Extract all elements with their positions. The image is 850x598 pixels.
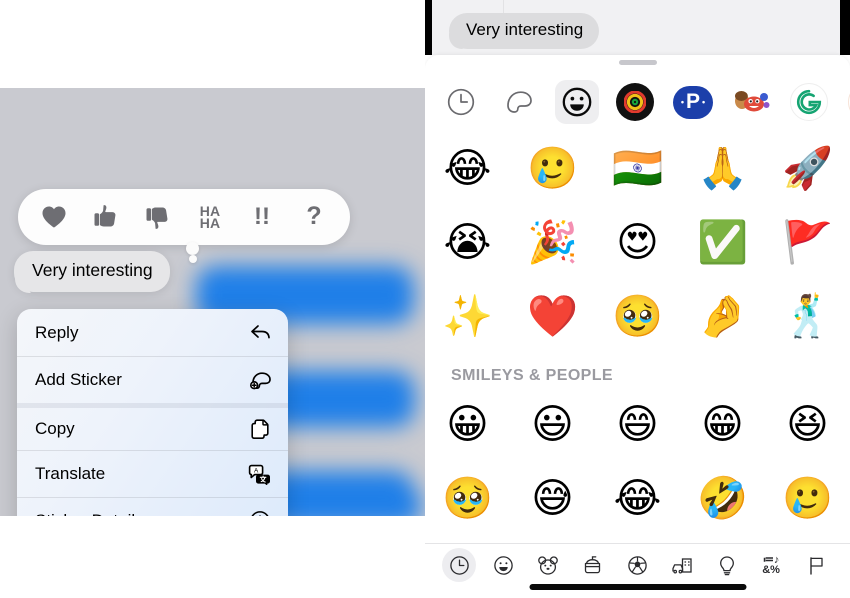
svg-text:A: A	[254, 467, 259, 474]
category-tab-activity[interactable]	[620, 548, 654, 582]
emoji-cell[interactable]: 🤌	[680, 279, 765, 353]
emoji-cell[interactable]: 🥹	[595, 279, 680, 353]
menu-item-translate[interactable]: Translate A	[17, 450, 288, 497]
message-context-menu: Reply Add Sticker Copy Translate A	[17, 309, 288, 516]
reaction-heart-button[interactable]	[33, 196, 75, 238]
menu-item-copy[interactable]: Copy	[17, 403, 288, 450]
emoji-cell[interactable]: 🥲	[510, 131, 595, 205]
menu-item-reply[interactable]: Reply	[17, 309, 288, 356]
divider-line	[503, 0, 504, 13]
symbols-glyph: ≔♪ &%	[762, 553, 780, 576]
emoji-cell[interactable]: 🚩	[765, 205, 850, 279]
chat-transcript-strip: Very interesting	[425, 0, 850, 55]
bubble-tail-dot-small	[189, 255, 197, 263]
emoji-cell[interactable]: 😃	[510, 387, 595, 461]
category-tab-symbols[interactable]: ≔♪ &%	[754, 548, 788, 582]
app-recents-clock-icon[interactable]	[439, 80, 483, 124]
menu-item-label: Translate	[35, 464, 106, 483]
menu-item-label: Copy	[35, 419, 75, 438]
emoji-cell[interactable]: ❤️	[510, 279, 595, 353]
emoji-cell[interactable]: 🚀	[765, 131, 850, 205]
selected-message-bubble[interactable]: Very interesting	[14, 251, 170, 292]
menu-item-label: Add Sticker	[35, 370, 122, 389]
emoji-cell[interactable]: 😂	[595, 461, 680, 535]
imessage-app-strip[interactable]: • P •	[425, 73, 850, 131]
emoji-cell[interactable]: 🥹	[425, 461, 510, 535]
app-memoji-sticker-icon[interactable]	[729, 80, 773, 124]
emoji-scroll-area[interactable]: 😂 🥲 🇮🇳 🙏 🚀 😭 🎉 😍 ✅ 🚩 ✨ ❤️ 🥹 🤌 🕺 SMILEYS …	[425, 131, 850, 543]
left-top-whitespace	[0, 0, 425, 88]
reply-arrow-icon	[248, 321, 272, 345]
emoji-cell[interactable]: 🎉	[510, 205, 595, 279]
emoji-row: 🥹 😅 😂 🤣 🥲	[425, 461, 850, 535]
reaction-haha-button[interactable]: HA HA	[189, 196, 231, 238]
reaction-thumbs-up-button[interactable]	[85, 196, 127, 238]
tapback-reaction-bar[interactable]: HA HA !! ?	[18, 189, 350, 245]
category-tab-travel[interactable]	[665, 548, 699, 582]
reaction-question-button[interactable]: ?	[293, 196, 335, 238]
app-sticker-peel-icon[interactable]	[497, 80, 541, 124]
emoji-cell[interactable]: ✅	[680, 205, 765, 279]
emoji-cell[interactable]: 😁	[680, 387, 765, 461]
screenshot-stage: HA HA !! ? Very interesting Reply Add Sti…	[0, 0, 850, 598]
category-tab-food[interactable]	[576, 548, 610, 582]
emoji-row: ✨ ❤️ 🥹 🤌 🕺	[425, 279, 850, 353]
emoji-cell[interactable]: 🕺	[765, 279, 850, 353]
emoji-section-header: SMILEYS & PEOPLE	[451, 367, 613, 384]
menu-item-add-sticker[interactable]: Add Sticker	[17, 356, 288, 403]
app-letter-p-icon[interactable]: • P •	[671, 80, 715, 124]
emoji-row: 😂 🥲 🇮🇳 🙏 🚀	[425, 131, 850, 205]
category-tab-flags[interactable]	[799, 548, 833, 582]
translate-icon: A	[248, 462, 272, 486]
received-message-bubble[interactable]: Very interesting	[449, 13, 600, 49]
home-indicator	[529, 584, 746, 590]
emoji-keyboard-panel: • P • 😂 🥲 🇮🇳 🙏 🚀 😭 🎉 😍 ✅ 🚩 ✨ ❤️ 🥹 🤌 🕺 SM…	[425, 55, 850, 598]
symbols-label: &%	[762, 564, 780, 576]
emoji-cell[interactable]: 🥲	[765, 461, 850, 535]
screen-edge-left	[425, 0, 432, 55]
category-tab-objects[interactable]	[710, 548, 744, 582]
category-tab-smileys[interactable]	[487, 548, 521, 582]
add-sticker-icon	[248, 368, 272, 392]
app-orange-circle-icon[interactable]	[845, 80, 850, 124]
info-circle-icon	[248, 509, 272, 516]
emoji-cell[interactable]: 😂	[425, 131, 510, 205]
reaction-exclamation-button[interactable]: !!	[241, 196, 283, 238]
message-text: Very interesting	[32, 260, 153, 280]
emoji-cell[interactable]: 😭	[425, 205, 510, 279]
left-panel-message-context-menu: HA HA !! ? Very interesting Reply Add Sti…	[0, 88, 425, 516]
app-p-label: P	[685, 90, 700, 113]
emoji-cell[interactable]: 😄	[595, 387, 680, 461]
keyboard-drag-handle[interactable]	[618, 60, 657, 65]
left-bottom-whitespace	[0, 516, 425, 598]
emoji-row: 😭 🎉 😍 ✅ 🚩	[425, 205, 850, 279]
emoji-cell[interactable]: 😀	[425, 387, 510, 461]
menu-item-sticker-details[interactable]: Sticker Details	[17, 497, 288, 516]
reaction-thumbs-down-button[interactable]	[137, 196, 179, 238]
emoji-cell[interactable]: 😅	[510, 461, 595, 535]
menu-item-label: Reply	[35, 322, 79, 342]
bubble-tail-dot-large	[186, 242, 199, 255]
emoji-cell[interactable]: 😆	[765, 387, 850, 461]
emoji-cell[interactable]: 😍	[595, 205, 680, 279]
emoji-cell[interactable]: 🇮🇳	[595, 131, 680, 205]
category-tab-recents[interactable]	[442, 548, 477, 582]
right-panel-emoji-keyboard: Very interesting • P • 😂 🥲 🇮🇳 🙏 🚀 😭 🎉 😍 …	[425, 0, 850, 598]
emoji-cell[interactable]: 🙏	[680, 131, 765, 205]
app-vinyl-record-icon[interactable]	[613, 80, 657, 124]
app-grammarly-g-icon[interactable]	[787, 80, 831, 124]
copy-pages-icon	[248, 417, 272, 441]
message-text: Very interesting	[466, 20, 584, 39]
screen-edge-right	[840, 0, 850, 55]
category-tab-animals[interactable]	[531, 548, 565, 582]
emoji-cell[interactable]: ✨	[425, 279, 510, 353]
emoji-row: 😀 😃 😄 😁 😆	[425, 387, 850, 461]
app-emoji-smiley-icon[interactable]	[555, 80, 599, 124]
emoji-cell[interactable]: 🤣	[680, 461, 765, 535]
